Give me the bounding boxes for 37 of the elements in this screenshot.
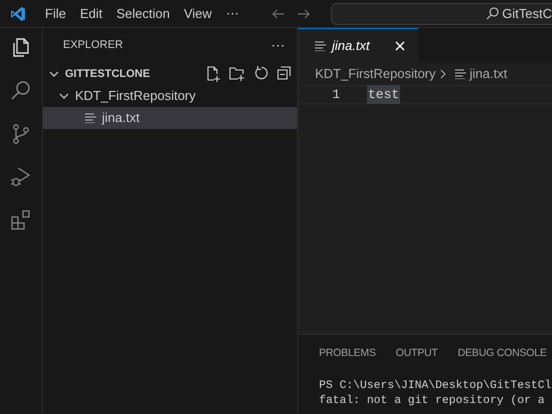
terminal-line: fatal: not a git repository (or a bbox=[319, 394, 546, 409]
new-file-icon[interactable] bbox=[205, 66, 221, 82]
tree-item[interactable]: GITTESTCLONE bbox=[43, 63, 297, 85]
forward-arrow-icon[interactable] bbox=[296, 6, 311, 20]
play-bug-icon[interactable] bbox=[9, 165, 33, 189]
breadcrumb-item[interactable]: jina.txt bbox=[470, 64, 508, 84]
editor-tab[interactable]: jina.txt bbox=[298, 28, 418, 63]
more-actions-button[interactable]: ⋯ bbox=[271, 35, 285, 56]
collapse-all-icon[interactable] bbox=[277, 66, 291, 80]
panel-tab[interactable]: PROBLEMS bbox=[319, 346, 376, 370]
close-icon bbox=[394, 41, 405, 51]
search-field[interactable]: GitTestC bbox=[330, 2, 552, 24]
menu-item[interactable]: Selection bbox=[109, 4, 177, 24]
line-number: 1 bbox=[331, 86, 340, 104]
panel-tab[interactable]: OUTPUT bbox=[396, 346, 438, 370]
back-arrow-icon[interactable] bbox=[270, 6, 285, 20]
menu-item[interactable]: File bbox=[38, 4, 73, 24]
file-lines-icon bbox=[85, 113, 96, 123]
refresh-icon[interactable] bbox=[254, 66, 269, 81]
code-text: test bbox=[367, 84, 400, 104]
tree-item[interactable]: KDT_FirstRepository bbox=[43, 85, 297, 107]
sidebar-title: EXPLORER bbox=[63, 38, 123, 54]
tree-item[interactable]: jina.txt bbox=[43, 107, 297, 129]
chevron-right-icon bbox=[440, 69, 447, 79]
chevron-icon bbox=[49, 69, 59, 79]
menu-item[interactable]: ⋯ bbox=[218, 4, 246, 24]
menu-item[interactable]: View bbox=[176, 4, 219, 24]
panel-tab[interactable]: DEBUG CONSOLE bbox=[458, 346, 547, 370]
search-icon bbox=[486, 7, 500, 20]
breadcrumb-item[interactable]: KDT_FirstRepository bbox=[315, 64, 436, 84]
new-folder-icon[interactable] bbox=[229, 66, 246, 82]
menu-item[interactable]: Edit bbox=[72, 4, 110, 24]
terminal-line: PS C:\Users\JINA\Desktop\GitTestCl bbox=[319, 379, 552, 394]
file-lines-icon bbox=[454, 69, 466, 79]
chevron-icon bbox=[59, 91, 69, 101]
app-logo-icon bbox=[10, 6, 26, 22]
file-lines-icon bbox=[315, 41, 326, 51]
